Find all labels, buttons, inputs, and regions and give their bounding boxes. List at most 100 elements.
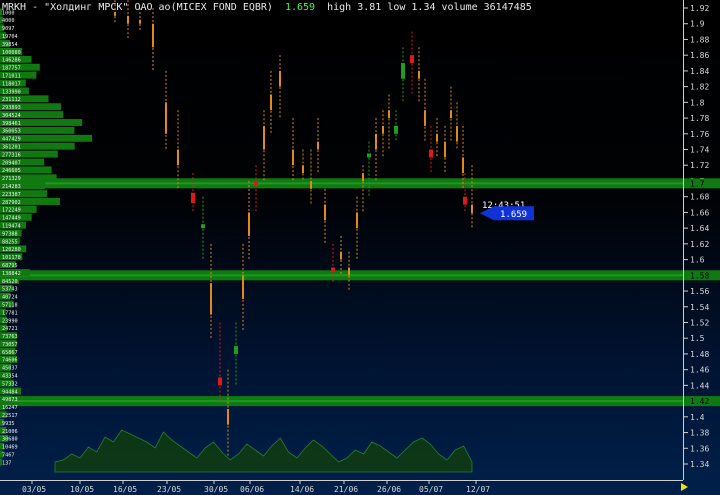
volume-profile-label: 88255 (2, 239, 18, 245)
candle-body (254, 180, 258, 186)
x-tick-label: 26/06 (377, 485, 401, 494)
volume-profile-label: 7467 (2, 453, 15, 459)
volume-profile-label: 17781 (2, 310, 18, 316)
y-tick-label: 1.9 (690, 20, 705, 29)
volume-profile-label: 24721 (2, 326, 18, 332)
candle-body (177, 149, 179, 166)
price-level-axis-label: 1.42 (690, 397, 709, 406)
candle-body (382, 125, 384, 134)
volume-profile-label: 22517 (2, 413, 18, 419)
volume-profile-label: 68795 (2, 263, 18, 269)
volume-profile-label: 9097 (2, 26, 15, 32)
volume-profile-label: 74606 (2, 358, 18, 364)
candle-body (210, 283, 212, 315)
volume-profile-label: 271329 (2, 176, 21, 182)
y-tick-label: 1.4 (690, 413, 705, 422)
y-tick-label: 1.56 (690, 287, 709, 296)
candle-body (165, 102, 167, 134)
candle-body (436, 133, 438, 142)
candle-body (348, 267, 350, 276)
y-tick-label: 1.38 (690, 429, 709, 438)
y-tick-label: 1.88 (690, 35, 709, 44)
volume-profile-label: 304524 (2, 113, 21, 119)
candle-body (191, 192, 195, 203)
candle-body (227, 408, 229, 425)
candle-body (279, 70, 281, 87)
volume-profile-label: 21006 (2, 429, 18, 435)
volume-profile-label: 187757 (2, 66, 21, 72)
y-tick-label: 1.64 (690, 224, 709, 233)
y-tick-label: 1.66 (690, 208, 709, 217)
candle-body (292, 149, 294, 166)
price-level-line (0, 274, 683, 277)
volume-profile-label: 133990 (2, 89, 21, 95)
volume-profile-label: 138842 (2, 271, 21, 277)
volume-profile-label: 120280 (2, 247, 21, 253)
volume-profile-label: 118017 (2, 81, 21, 87)
x-tick-label: 03/05 (22, 485, 46, 494)
candle-body (463, 196, 467, 205)
x-tick-label: 21/06 (334, 485, 358, 494)
x-tick-label: 12/07 (466, 485, 490, 494)
candle-body (362, 173, 364, 181)
volume-profile-label: 360053 (2, 129, 21, 135)
y-tick-label: 1.48 (690, 350, 709, 359)
candle-body (201, 224, 205, 229)
candle-body (324, 204, 326, 221)
y-tick-label: 1.92 (690, 4, 709, 13)
volume-profile-label: 361201 (2, 145, 21, 151)
candle-body (242, 275, 244, 299)
current-price-label: 1.659 (500, 210, 527, 220)
candle-body (127, 15, 129, 24)
candle-body (270, 94, 272, 111)
volume-profile-label: 84520 (2, 279, 18, 285)
volume-profile-label: 43354 (2, 374, 18, 380)
volume-profile-label: 97388 (2, 231, 18, 237)
y-tick-label: 1.72 (690, 161, 709, 170)
volume-profile-label: 447429 (2, 137, 21, 143)
volume-profile-label: 39854 (2, 42, 18, 48)
y-tick-label: 1.5 (690, 334, 705, 343)
volume-profile-label: 45037 (2, 366, 18, 372)
price-level-axis-label: 1.7 (690, 179, 705, 188)
volume-profile-label: 246605 (2, 168, 21, 174)
y-tick-label: 1.54 (690, 303, 709, 312)
candle-body (394, 125, 398, 134)
candle-body (367, 153, 371, 158)
volume-profile-label: 119474 (2, 224, 21, 230)
y-tick-label: 1.36 (690, 444, 709, 453)
price-level-axis-label: 1.58 (690, 271, 709, 280)
chart-window: MRKH - "Холдинг МРСК" ОАО ао(MICEX FOND … (0, 0, 720, 495)
candle-body (429, 149, 433, 158)
y-tick-label: 1.74 (690, 146, 709, 155)
y-tick-label: 1.76 (690, 130, 709, 139)
candle-body (114, 11, 116, 16)
volume-profile-label: 73057 (2, 342, 18, 348)
candle-body (450, 110, 452, 119)
x-tick-label: 23/05 (157, 485, 181, 494)
volume-profile-label: 147449 (2, 216, 21, 222)
scroll-right-icon[interactable] (681, 483, 688, 491)
candle-body (317, 141, 319, 150)
volume-profile-label: 9935 (2, 421, 15, 427)
price-level-line (0, 400, 683, 403)
volume-profile-label: 23990 (2, 318, 18, 324)
volume-profile-label: 100080 (2, 50, 21, 56)
volume-profile-label: 146286 (2, 58, 21, 64)
y-tick-label: 1.52 (690, 318, 709, 327)
y-tick-label: 1.62 (690, 240, 709, 249)
x-tick-label: 30/05 (204, 485, 228, 494)
volume-profile-label: 16247 (2, 405, 18, 411)
candle-body (331, 267, 335, 272)
candle-body (375, 133, 377, 150)
volume-profile-label: 172249 (2, 208, 21, 214)
volume-profile-label: 1000 (2, 10, 15, 16)
candle-body (248, 212, 250, 236)
volume-profile-label: 398461 (2, 121, 21, 127)
candle-body (410, 55, 414, 64)
volume-profile-label: 209407 (2, 160, 21, 166)
price-chart[interactable]: 1.92 1.9 1.88 1.86 1.84 1.82 1.8 1.78 1.76 1.74 1.… (0, 0, 720, 495)
volume-profile-label: 10469 (2, 445, 18, 451)
y-tick-label: 1.78 (690, 114, 709, 123)
volume-profile-label: 30680 (2, 437, 18, 443)
